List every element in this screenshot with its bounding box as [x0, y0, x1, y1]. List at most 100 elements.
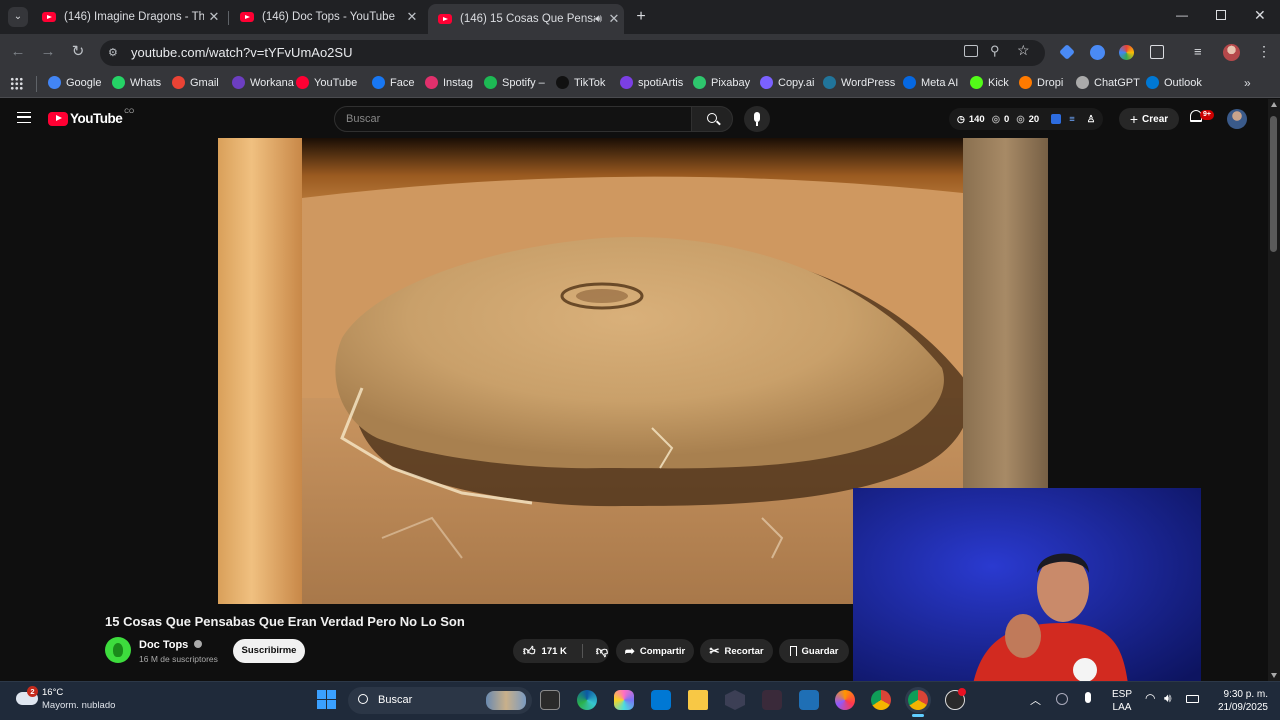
save-button[interactable]: Guardar — [779, 639, 849, 663]
task-view-icon[interactable] — [540, 690, 560, 710]
bookmark-item[interactable]: WordPress — [823, 76, 895, 89]
chrome-icon[interactable] — [871, 690, 891, 710]
bookmark-label: Outlook — [1164, 76, 1202, 89]
search-input[interactable]: Buscar — [334, 106, 692, 132]
bookmark-item[interactable]: Workana — [232, 76, 294, 89]
scrollbar-thumb[interactable] — [1270, 116, 1277, 252]
bookmark-item[interactable]: Whats — [112, 76, 161, 89]
video-title: 15 Cosas Que Pensabas Que Eran Verdad Pe… — [105, 614, 465, 629]
app-dark-icon[interactable] — [762, 690, 782, 710]
more-bookmarks-icon[interactable]: » — [1244, 76, 1251, 90]
firefox-icon[interactable] — [835, 690, 855, 710]
apps-grid-icon[interactable] — [10, 77, 23, 90]
thumbs-down-icon: 👎︎ — [595, 643, 609, 658]
tab-imagine-dragons[interactable]: (146) Imagine Dragons - Thund ✕ — [32, 4, 224, 30]
bookmark-item[interactable]: Kick — [970, 76, 1009, 89]
clock[interactable]: 9:30 p. m. 21/09/2025 — [1208, 688, 1268, 714]
bookmark-item[interactable]: Copy.ai — [760, 76, 814, 89]
bookmark-item[interactable]: Google — [48, 76, 101, 89]
profile-avatar[interactable] — [1223, 44, 1240, 61]
maximize-button[interactable] — [1216, 10, 1226, 20]
volume-icon[interactable]: 🔊︎ — [1164, 691, 1172, 706]
audio-playing-icon[interactable]: 🔊︎ — [595, 13, 602, 26]
new-tab-button[interactable]: + — [632, 8, 650, 26]
reload-icon[interactable]: ↻ — [68, 42, 88, 62]
extension-stats-pill[interactable]: ◷ 140 ◎ 0 ◎ 20 ≡ ♙ — [949, 108, 1103, 130]
snipping-tool-icon[interactable] — [799, 690, 819, 710]
tab-active-video[interactable]: (146) 15 Cosas Que Pensab 🔊︎ ✕ — [428, 4, 624, 34]
store-icon[interactable] — [651, 690, 671, 710]
bookmark-item[interactable]: Outlook — [1146, 76, 1202, 89]
close-tab-icon[interactable]: ✕ — [604, 11, 624, 27]
bookmark-item[interactable]: Gmail — [172, 76, 219, 89]
bookmark-item[interactable]: ChatGPT — [1076, 76, 1140, 89]
site-info-icon[interactable]: ⚙ — [108, 46, 122, 60]
url-text: youtube.com/watch?v=tYFvUmAo2SU — [131, 45, 353, 60]
bookmark-item[interactable]: Dropi — [1019, 76, 1063, 89]
like-button[interactable]: 👍︎ 171 K — [523, 644, 567, 659]
bookmark-item[interactable]: Face — [372, 76, 414, 89]
forward-icon[interactable]: → — [38, 42, 58, 62]
youtube-logo[interactable]: YouTube CO — [48, 108, 134, 126]
voice-search-button[interactable] — [744, 106, 770, 132]
clip-button[interactable]: ✂ Recortar — [700, 639, 773, 663]
weather-widget[interactable]: 2 16°C Mayorm. nublado — [14, 686, 124, 716]
microphone-icon[interactable] — [1085, 692, 1091, 703]
search-placeholder: Buscar — [346, 113, 381, 125]
tab-title: (146) Imagine Dragons - Thund — [64, 11, 204, 23]
install-app-icon[interactable] — [964, 45, 978, 57]
webcam-overlay — [853, 488, 1201, 684]
extension-translate-icon[interactable] — [1090, 45, 1105, 60]
channel-avatar[interactable] — [105, 637, 131, 663]
bookmark-item[interactable]: YouTube — [296, 76, 357, 89]
guide-menu-icon[interactable] — [17, 112, 31, 123]
dislike-button[interactable]: 👎︎ — [596, 644, 608, 659]
bookmark-item[interactable]: spotiArtis — [620, 76, 683, 89]
chrome-menu-icon[interactable]: ⋮ — [1257, 43, 1271, 60]
back-icon[interactable]: ← — [8, 42, 28, 62]
chrome-active-icon[interactable] — [908, 690, 928, 710]
close-tab-icon[interactable]: ✕ — [204, 9, 224, 25]
language-indicator[interactable]: ESP LAA — [1112, 688, 1132, 714]
close-window-button[interactable]: ✕ — [1254, 7, 1266, 24]
wifi-icon[interactable]: ◠ — [1145, 691, 1155, 705]
channel-name[interactable]: Doc Tops — [139, 639, 203, 651]
youtube-favicon-icon — [42, 12, 56, 22]
taskbar-search[interactable]: Buscar — [348, 687, 532, 714]
media-controls-icon[interactable]: ≡ — [1194, 44, 1202, 59]
bookmark-favicon-icon — [903, 76, 916, 89]
battery-icon[interactable] — [1186, 695, 1199, 703]
bookmark-label: Copy.ai — [778, 76, 815, 89]
tab-search-button[interactable]: ⌄ — [8, 7, 28, 27]
taskbar-search-label: Buscar — [378, 694, 413, 706]
edge-icon[interactable] — [577, 690, 597, 710]
bookmark-favicon-icon — [484, 76, 497, 89]
tray-app-icon[interactable] — [1056, 693, 1068, 705]
tab-doc-tops[interactable]: (146) Doc Tops - YouTube ✕ — [230, 4, 422, 30]
bookmark-item[interactable]: TikTok — [556, 76, 605, 89]
extensions-puzzle-icon[interactable] — [1150, 45, 1164, 59]
subscriber-count: 16 M de suscriptores — [139, 654, 218, 664]
search-button[interactable] — [691, 106, 733, 132]
bookmark-item[interactable]: Meta AI — [903, 76, 958, 89]
account-avatar[interactable] — [1227, 109, 1247, 129]
subscribe-button[interactable]: Suscribirme — [233, 639, 305, 663]
create-button[interactable]: + Crear — [1119, 108, 1179, 130]
bookmark-label: TikTok — [574, 76, 606, 89]
file-explorer-icon[interactable] — [688, 690, 708, 710]
zoom-icon[interactable]: ⚲ — [990, 43, 1000, 59]
show-hidden-icons[interactable]: ︿ — [1030, 692, 1041, 708]
close-tab-icon[interactable]: ✕ — [402, 9, 422, 25]
minimize-button[interactable]: — — [1176, 8, 1192, 22]
share-button[interactable]: ➦ Compartir — [616, 639, 694, 663]
copilot-icon[interactable] — [614, 690, 634, 710]
bookmark-label: WordPress — [841, 76, 896, 89]
keyboard-layout: LAA — [1112, 702, 1132, 713]
bookmark-item[interactable]: Pixabay — [693, 76, 750, 89]
start-button[interactable] — [317, 690, 336, 709]
bookmark-star-icon[interactable]: ☆ — [1017, 42, 1030, 59]
extension-color-icon[interactable] — [1119, 45, 1134, 60]
bookmark-item[interactable]: Spotify – — [484, 76, 545, 89]
bookmark-item[interactable]: Instag — [425, 76, 473, 89]
bookmark-label: Gmail — [190, 76, 219, 89]
